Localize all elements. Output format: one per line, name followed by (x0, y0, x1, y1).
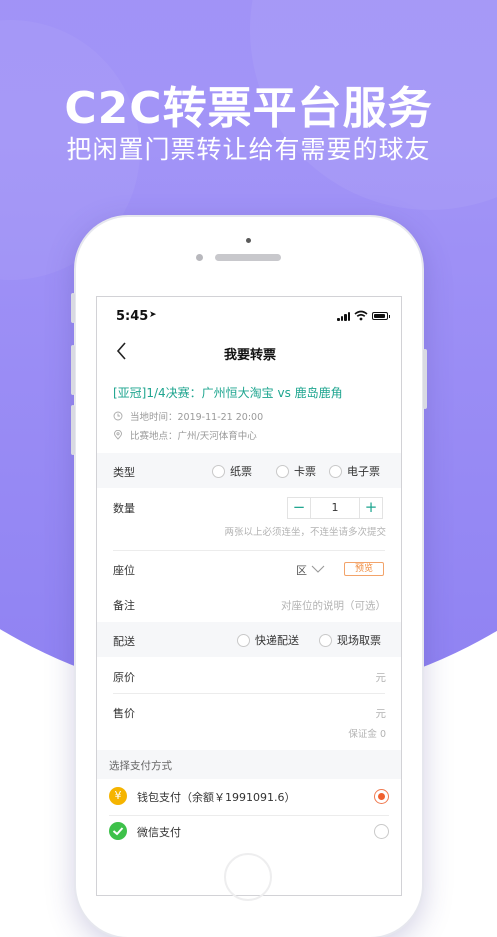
wallet-yen-icon: ¥ (109, 787, 127, 805)
match-time: 当地时间：2019-11-21 20:00 (130, 412, 264, 423)
wallet-radio-selected[interactable] (374, 789, 389, 804)
wechat-check-icon (109, 822, 127, 840)
phone-side-button (71, 293, 75, 323)
delivery-option-express[interactable]: 快递配送 (237, 632, 299, 648)
type-section: 类型 纸票 卡票 电子票 (97, 453, 401, 488)
wifi-icon (354, 310, 368, 321)
preview-button[interactable]: 预览 (344, 562, 384, 576)
type-option-eticket[interactable]: 电子票 (329, 463, 380, 479)
status-bar: 5:45 ➤ (97, 297, 401, 337)
type-option-card[interactable]: 卡票 (276, 463, 316, 479)
original-price-unit: 元 (375, 672, 387, 684)
quantity-hint: 两张以上必须连坐，不连坐请多次提交 (224, 527, 386, 538)
page-title: 我要转票 (223, 348, 276, 363)
app-screen: 5:45 ➤ 我要转票 [亚冠]1/4决赛：广州恒大淘宝 vs 鹿岛鹿角 当地时… (96, 296, 402, 896)
divider (109, 815, 389, 816)
phone-frame: 5:45 ➤ 我要转票 [亚冠]1/4决赛：广州恒大淘宝 vs 鹿岛鹿角 当地时… (71, 217, 427, 937)
seat-area-suffix: 区 (296, 564, 307, 577)
delivery-section: 配送 快递配送 现场取票 (97, 622, 401, 657)
phone-sensor (196, 254, 203, 261)
wechat-radio[interactable] (374, 824, 389, 839)
phone-side-button (423, 349, 427, 409)
radio-icon (319, 633, 332, 647)
phone-speaker (215, 254, 281, 261)
banner-headline: C2C转票平台服务 (64, 83, 433, 134)
delivery-label: 配送 (113, 635, 135, 648)
phone-side-button (71, 405, 75, 455)
payment-method-wallet[interactable]: ¥ 钱包支付（余额￥1991091.6） (97, 784, 401, 812)
home-button[interactable] (224, 853, 272, 901)
status-time: 5:45 (116, 309, 149, 324)
original-price-label: 原价 (113, 671, 135, 684)
location-arrow-icon: ➤ (149, 310, 157, 320)
quantity-stepper: − 1 + (287, 497, 383, 519)
phone-camera (246, 238, 251, 243)
note-input[interactable]: 对座位的说明（可选） (281, 598, 386, 613)
payment-method-wechat[interactable]: 微信支付 (97, 819, 401, 847)
wechat-label: 微信支付 (137, 826, 181, 839)
divider (113, 693, 385, 694)
note-row: 备注 对座位的说明（可选） (97, 597, 401, 621)
seat-row[interactable]: 座位 区 预览 (97, 562, 401, 586)
divider (113, 550, 385, 551)
delivery-option-pickup[interactable]: 现场取票 (319, 632, 381, 648)
sale-price-unit: 元 (375, 708, 387, 720)
radio-icon (237, 633, 250, 647)
wallet-label: 钱包支付（余额￥1991091.6） (137, 791, 296, 804)
quantity-label: 数量 (113, 502, 135, 515)
phone-side-button (71, 345, 75, 395)
quantity-plus-button[interactable]: + (360, 498, 382, 518)
match-venue-row: 比赛地点：广州/天河体育中心 (113, 428, 257, 442)
quantity-minus-button[interactable]: − (288, 498, 310, 518)
type-option-paper[interactable]: 纸票 (212, 463, 252, 479)
location-pin-icon (114, 430, 122, 440)
banner-subline: 把闲置门票转让给有需要的球友 (66, 135, 431, 164)
battery-icon (372, 312, 390, 320)
payment-section-title: 选择支付方式 (109, 760, 172, 772)
radio-icon (212, 464, 225, 478)
deposit-text: 保证金 0 (348, 729, 386, 740)
radio-icon (329, 464, 342, 478)
signal-icon (337, 312, 351, 321)
sale-price-label: 售价 (113, 707, 135, 720)
match-venue: 比赛地点：广州/天河体育中心 (130, 431, 257, 442)
payment-section-header: 选择支付方式 (97, 750, 401, 779)
type-label: 类型 (113, 466, 135, 479)
nav-bar: 我要转票 (97, 337, 401, 367)
quantity-row: 数量 − 1 + 两张以上必须连坐，不连坐请多次提交 (97, 497, 401, 547)
match-title: [亚冠]1/4决赛：广州恒大淘宝 vs 鹿岛鹿角 (113, 386, 343, 400)
radio-icon (276, 464, 289, 478)
clock-icon (113, 411, 123, 421)
quantity-value[interactable]: 1 (310, 498, 360, 518)
seat-label: 座位 (113, 564, 135, 577)
sale-price-row[interactable]: 售价 元 保证金 0 (97, 705, 401, 745)
match-time-row: 当地时间：2019-11-21 20:00 (113, 409, 263, 423)
original-price-row[interactable]: 原价 元 (97, 669, 401, 691)
note-label: 备注 (113, 599, 135, 612)
chevron-down-icon[interactable] (311, 564, 325, 574)
